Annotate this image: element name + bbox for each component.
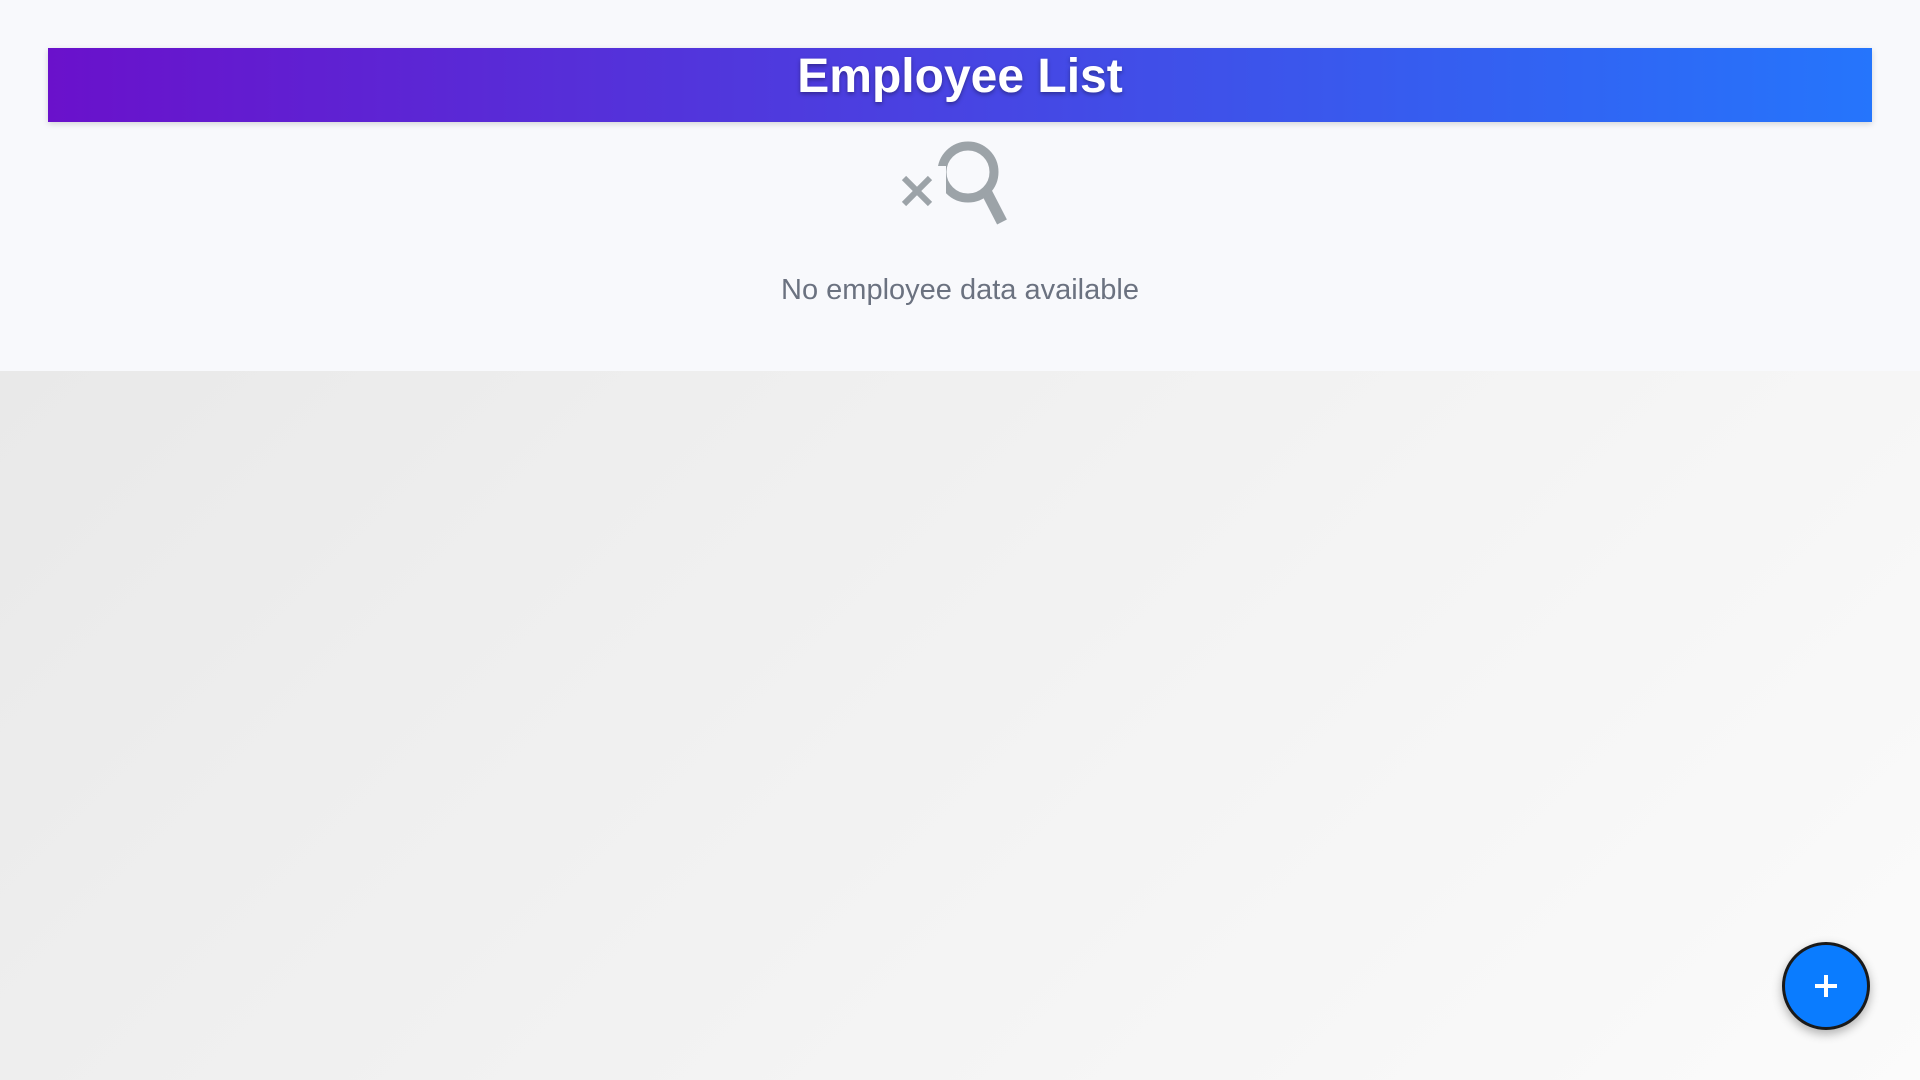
content-panel: Employee List No employee data available <box>0 0 1920 371</box>
search-off-icon <box>901 141 1007 225</box>
header-bar: Employee List <box>48 48 1872 122</box>
empty-state-message: No employee data available <box>781 274 1139 306</box>
page-title: Employee List <box>797 50 1123 103</box>
plus-icon <box>1815 975 1837 997</box>
add-employee-button[interactable] <box>1782 942 1870 1030</box>
